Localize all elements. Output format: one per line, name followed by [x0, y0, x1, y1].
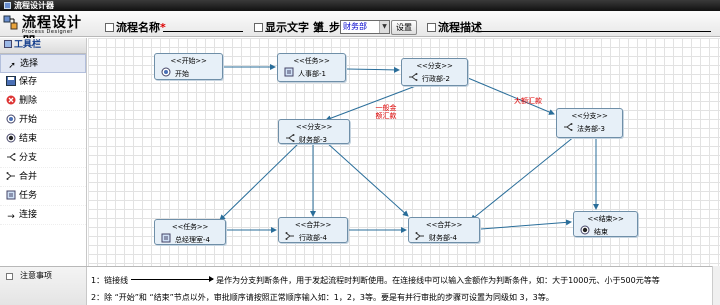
- window-titlebar: 流程设计器: [0, 0, 720, 11]
- step-suffix-label: 步: [329, 21, 340, 34]
- note-1: 1：链接线 是作为分支判断条件，用于发起流程时判断使用。在连接线中可以输入金额作为…: [91, 275, 660, 286]
- chevron-down-icon[interactable]: ▼: [379, 21, 389, 33]
- design-canvas[interactable]: 一般金 额汇款 大额汇款 <<开始>> 开始 <<任务>> 人事部-1 <<分支…: [88, 38, 720, 266]
- node-branch-finance-3[interactable]: <<分支>> 财务部-3: [278, 119, 350, 144]
- start-icon: [6, 114, 16, 124]
- node-branch-legal-3[interactable]: <<分支>> 法务部-3: [556, 108, 623, 138]
- node-task-hr-1[interactable]: <<任务>> 人事部-1: [277, 53, 346, 82]
- department-select[interactable]: 财务部 ▼: [340, 20, 390, 34]
- edge-task1-branch2: [346, 66, 400, 73]
- notes-scrollbar[interactable]: [712, 266, 720, 305]
- branch-icon: [564, 123, 573, 131]
- logo-subtitle: Process Designer: [22, 29, 73, 35]
- step-number-field[interactable]: 4: [314, 21, 328, 32]
- save-icon: [6, 76, 16, 86]
- edge-branch2-branch3b: [467, 77, 555, 115]
- note-1-prefix: 1：链接线: [91, 276, 129, 285]
- note-1-text: 是作为分支判断条件，用于发起流程时判断使用。在连接线中可以输入金额作为判断条件，…: [216, 276, 660, 285]
- notes-header: 注意事项: [0, 267, 87, 305]
- edge-branch3b-merge4b: [470, 135, 576, 221]
- end-icon: [580, 225, 590, 235]
- branch-icon: [286, 134, 295, 142]
- display-icon: [254, 23, 263, 32]
- task-icon: [284, 67, 294, 77]
- tool-merge[interactable]: 合并: [0, 168, 86, 187]
- task-icon: [6, 190, 16, 200]
- toolbar-icon: [4, 40, 12, 48]
- flow-name-label: 流程名称*: [105, 19, 166, 35]
- tool-task[interactable]: 任务: [0, 187, 86, 206]
- link-arrow-icon: [131, 276, 215, 282]
- merge-icon: [6, 171, 16, 181]
- tool-start[interactable]: 开始: [0, 111, 86, 130]
- app-icon: [4, 2, 11, 9]
- header-bar: 流程设计器 Process Designer 流程名称* 显示文字 第 4 步 …: [0, 11, 720, 51]
- node-task-gm-4[interactable]: <<任务>> 总经理室-4: [154, 219, 226, 245]
- toolbar-panel: 工具栏 ➚ 选择 保存 删除 开始 结束 分支 合并 任务 → 连接: [0, 38, 87, 266]
- edge-merge4b-end: [480, 219, 572, 230]
- arrow-cursor-icon: ➚: [8, 61, 16, 71]
- notes-title: 注意事项: [20, 271, 52, 280]
- edge-branch3-task4: [219, 141, 301, 221]
- node-branch-admin-2[interactable]: <<分支>> 行政部-2: [401, 58, 468, 86]
- node-merge-admin-4[interactable]: <<合并>> 行政部-4: [278, 217, 348, 243]
- branch-icon: [6, 152, 16, 162]
- required-mark: *: [160, 21, 166, 34]
- tool-select[interactable]: ➚ 选择: [0, 54, 86, 73]
- node-start[interactable]: <<开始>> 开始: [154, 53, 223, 80]
- window-title: 流程设计器: [14, 1, 54, 10]
- department-selected-value: 财务部: [343, 22, 367, 31]
- edge-label-small-text: 一般金 额汇款: [375, 104, 397, 120]
- task-icon: [161, 233, 171, 243]
- flow-name-field[interactable]: [163, 31, 243, 32]
- notes-icon: [6, 273, 13, 280]
- flow-desc-field[interactable]: [481, 31, 711, 32]
- node-end[interactable]: <<结束>> 结束: [573, 211, 638, 237]
- set-button[interactable]: 设置: [391, 20, 417, 35]
- edge-branch3-merge4b: [325, 141, 409, 217]
- desc-icon: [427, 23, 436, 32]
- node-merge-finance-4[interactable]: <<合并>> 财务部-4: [408, 217, 480, 243]
- flow-desc-label: 流程描述: [427, 19, 482, 35]
- merge-icon: [285, 232, 294, 240]
- merge-icon: [415, 232, 424, 240]
- logo: 流程设计器 Process Designer: [3, 14, 87, 51]
- end-icon: [6, 133, 16, 143]
- logo-icon: [3, 15, 18, 30]
- edge-label-small-amount[interactable]: 一般金 额汇款: [371, 104, 401, 120]
- note-2: 2：除 “开始”和 “结束”节点以外，审批顺序请按照正常顺序输入如：1，2，3等…: [91, 293, 554, 302]
- tool-delete[interactable]: 删除: [0, 92, 86, 111]
- tool-end[interactable]: 结束: [0, 130, 86, 149]
- delete-icon: [6, 95, 16, 105]
- start-icon: [161, 67, 171, 77]
- connect-icon: →: [7, 212, 15, 222]
- branch-icon: [409, 73, 418, 81]
- tool-save[interactable]: 保存: [0, 73, 86, 92]
- doc-icon: [105, 23, 114, 32]
- tool-connect[interactable]: → 连接: [0, 206, 86, 225]
- notes-panel: 注意事项 1：链接线 是作为分支判断条件，用于发起流程时判断使用。在连接线中可以输…: [0, 266, 720, 305]
- tool-branch[interactable]: 分支: [0, 149, 86, 168]
- edge-label-large-amount[interactable]: 大额汇款: [508, 97, 548, 105]
- toolbar-header: 工具栏: [0, 38, 86, 54]
